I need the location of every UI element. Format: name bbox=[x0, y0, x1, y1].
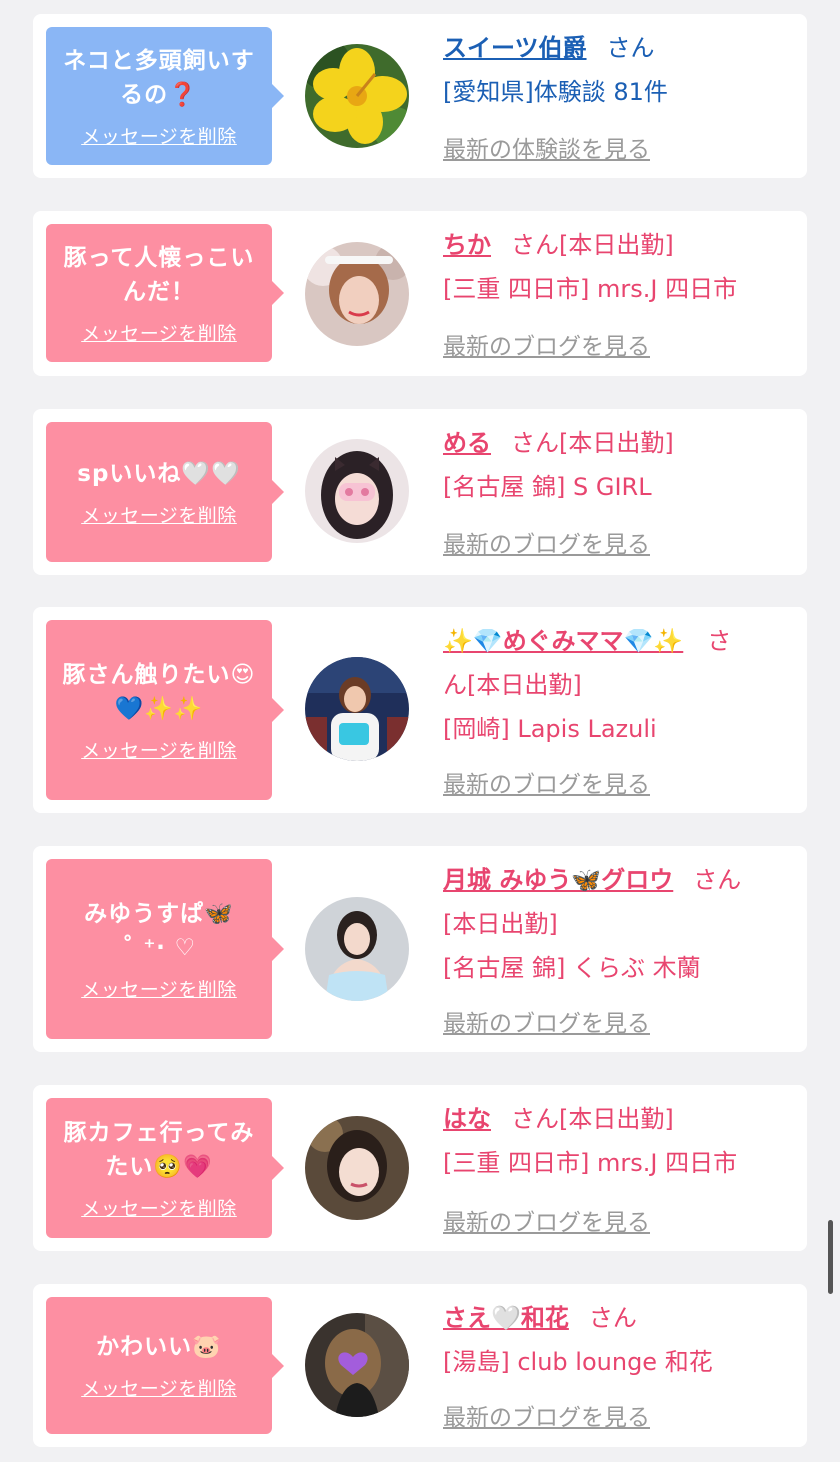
sender-info: はな さん[本日出勤] [三重 四日市] mrs.J 四日市 bbox=[443, 1097, 787, 1185]
message-card: 豚って人懐っこい んだ！ メッセージを削除 ちか さん[本日出勤] [三重 四日市]… bbox=[33, 211, 807, 376]
message-bubble: 豚って人懐っこい んだ！ メッセージを削除 bbox=[46, 224, 284, 362]
avatar[interactable] bbox=[305, 657, 409, 761]
latest-blog-link[interactable]: 最新のブログを見る bbox=[443, 327, 650, 361]
avatar[interactable] bbox=[305, 897, 409, 1001]
latest-blog-link[interactable]: 最新のブログを見る bbox=[443, 1398, 650, 1432]
delete-message-link[interactable]: メッセージを削除 bbox=[81, 1374, 237, 1401]
message-card: みゆうすぱ🦋 ˚ ⁺‧ ♡ メッセージを削除 月城 みゆう🦋グロウ さん [本日出勤… bbox=[33, 846, 807, 1052]
profile-photo bbox=[305, 242, 409, 346]
profile-photo bbox=[305, 897, 409, 1001]
message-text: 豚カフェ行ってみ たい🥺💗 bbox=[63, 1119, 255, 1180]
message-card: 豚カフェ行ってみ たい🥺💗 メッセージを削除 はな さん[本日出勤] [三重 四日市… bbox=[33, 1085, 807, 1251]
profile-photo bbox=[305, 657, 409, 761]
message-bubble: ネコと多頭飼いす るの❓ メッセージを削除 bbox=[46, 27, 284, 165]
sender-info: ✨💎めぐみママ💎✨ さ ん[本日出勤] [岡崎] Lapis Lazuli bbox=[443, 619, 787, 751]
location-line: [三重 四日市] mrs.J 四日市 bbox=[443, 275, 738, 303]
latest-blog-link[interactable]: 最新のブログを見る bbox=[443, 525, 650, 559]
scrollbar[interactable] bbox=[828, 1220, 833, 1294]
location-line: [愛知県]体験談 81件 bbox=[443, 78, 668, 106]
sender-name-link[interactable]: ✨💎めぐみママ💎✨ bbox=[443, 627, 683, 655]
profile-photo bbox=[305, 1313, 409, 1417]
delete-message-link[interactable]: メッセージを削除 bbox=[81, 501, 237, 528]
message-card: 豚さん触りたい😍 💙✨✨ メッセージを削除 ✨💎めぐみママ💎✨ さ ん[本日出勤] … bbox=[33, 607, 807, 813]
delete-message-link[interactable]: メッセージを削除 bbox=[81, 1194, 237, 1221]
message-bubble: みゆうすぱ🦋 ˚ ⁺‧ ♡ メッセージを削除 bbox=[46, 859, 284, 1039]
delete-message-link[interactable]: メッセージを削除 bbox=[81, 122, 237, 149]
avatar[interactable] bbox=[305, 439, 409, 543]
sender-info: さえ🤍和花 さん [湯島] club lounge 和花 bbox=[443, 1296, 787, 1384]
yellow-flower-icon bbox=[305, 44, 409, 148]
delete-message-link[interactable]: メッセージを削除 bbox=[81, 319, 237, 346]
message-card: ネコと多頭飼いす るの❓ メッセージを削除 スイーツ伯爵 さん [愛知県]体験談… bbox=[33, 14, 807, 178]
message-text: ネコと多頭飼いす るの❓ bbox=[63, 47, 255, 108]
profile-photo bbox=[305, 1116, 409, 1220]
message-bubble: かわいい🐷 メッセージを削除 bbox=[46, 1297, 284, 1434]
location-line: [湯島] club lounge 和花 bbox=[443, 1348, 713, 1376]
avatar[interactable] bbox=[305, 242, 409, 346]
sender-info: 月城 みゆう🦋グロウ さん [本日出勤] [名古屋 錦] くらぶ 木蘭 bbox=[443, 858, 787, 990]
message-card: かわいい🐷 メッセージを削除 さえ🤍和花 さん [湯島] club lounge … bbox=[33, 1284, 807, 1447]
sender-name-link[interactable]: 月城 みゆう🦋グロウ bbox=[443, 866, 673, 894]
sender-name-link[interactable]: さえ🤍和花 bbox=[443, 1304, 569, 1332]
sender-name-link[interactable]: める bbox=[443, 429, 491, 457]
avatar[interactable] bbox=[305, 44, 409, 148]
latest-blog-link[interactable]: 最新のブログを見る bbox=[443, 1004, 650, 1038]
sender-name-link[interactable]: はな bbox=[443, 1105, 491, 1133]
avatar[interactable] bbox=[305, 1313, 409, 1417]
message-feed: ネコと多頭飼いす るの❓ メッセージを削除 スイーツ伯爵 さん [愛知県]体験談… bbox=[0, 0, 840, 1462]
avatar[interactable] bbox=[305, 1116, 409, 1220]
location-line: [三重 四日市] mrs.J 四日市 bbox=[443, 1149, 738, 1177]
message-bubble: 豚さん触りたい😍 💙✨✨ メッセージを削除 bbox=[46, 620, 284, 800]
location-line: [岡崎] Lapis Lazuli bbox=[443, 715, 657, 743]
message-text: 豚って人懐っこい んだ！ bbox=[63, 244, 255, 305]
message-text: みゆうすぱ🦋 ˚ ⁺‧ ♡ bbox=[84, 900, 234, 961]
delete-message-link[interactable]: メッセージを削除 bbox=[81, 736, 237, 763]
message-text: 豚さん触りたい😍 💙✨✨ bbox=[62, 661, 256, 722]
latest-review-link[interactable]: 最新の体験談を見る bbox=[443, 130, 650, 164]
latest-blog-link[interactable]: 最新のブログを見る bbox=[443, 1203, 650, 1237]
message-card: spいいね🤍🤍 メッセージを削除 める さん[本日出勤] [名古屋 錦] S GI… bbox=[33, 409, 807, 575]
message-text: かわいい🐷 bbox=[96, 1334, 222, 1360]
sender-info: スイーツ伯爵 さん [愛知県]体験談 81件 bbox=[443, 26, 787, 114]
location-line: [名古屋 錦] くらぶ 木蘭 bbox=[443, 954, 701, 982]
message-text: spいいね🤍🤍 bbox=[77, 460, 241, 487]
sender-name-link[interactable]: ちか bbox=[443, 231, 491, 259]
latest-blog-link[interactable]: 最新のブログを見る bbox=[443, 765, 650, 799]
sender-info: ちか さん[本日出勤] [三重 四日市] mrs.J 四日市 bbox=[443, 223, 787, 311]
message-bubble: 豚カフェ行ってみ たい🥺💗 メッセージを削除 bbox=[46, 1098, 284, 1238]
location-line: [名古屋 錦] S GIRL bbox=[443, 473, 652, 501]
profile-photo bbox=[305, 439, 409, 543]
delete-message-link[interactable]: メッセージを削除 bbox=[81, 975, 237, 1002]
sender-name-link[interactable]: スイーツ伯爵 bbox=[443, 34, 587, 62]
message-bubble: spいいね🤍🤍 メッセージを削除 bbox=[46, 422, 284, 562]
sender-info: める さん[本日出勤] [名古屋 錦] S GIRL bbox=[443, 421, 787, 509]
